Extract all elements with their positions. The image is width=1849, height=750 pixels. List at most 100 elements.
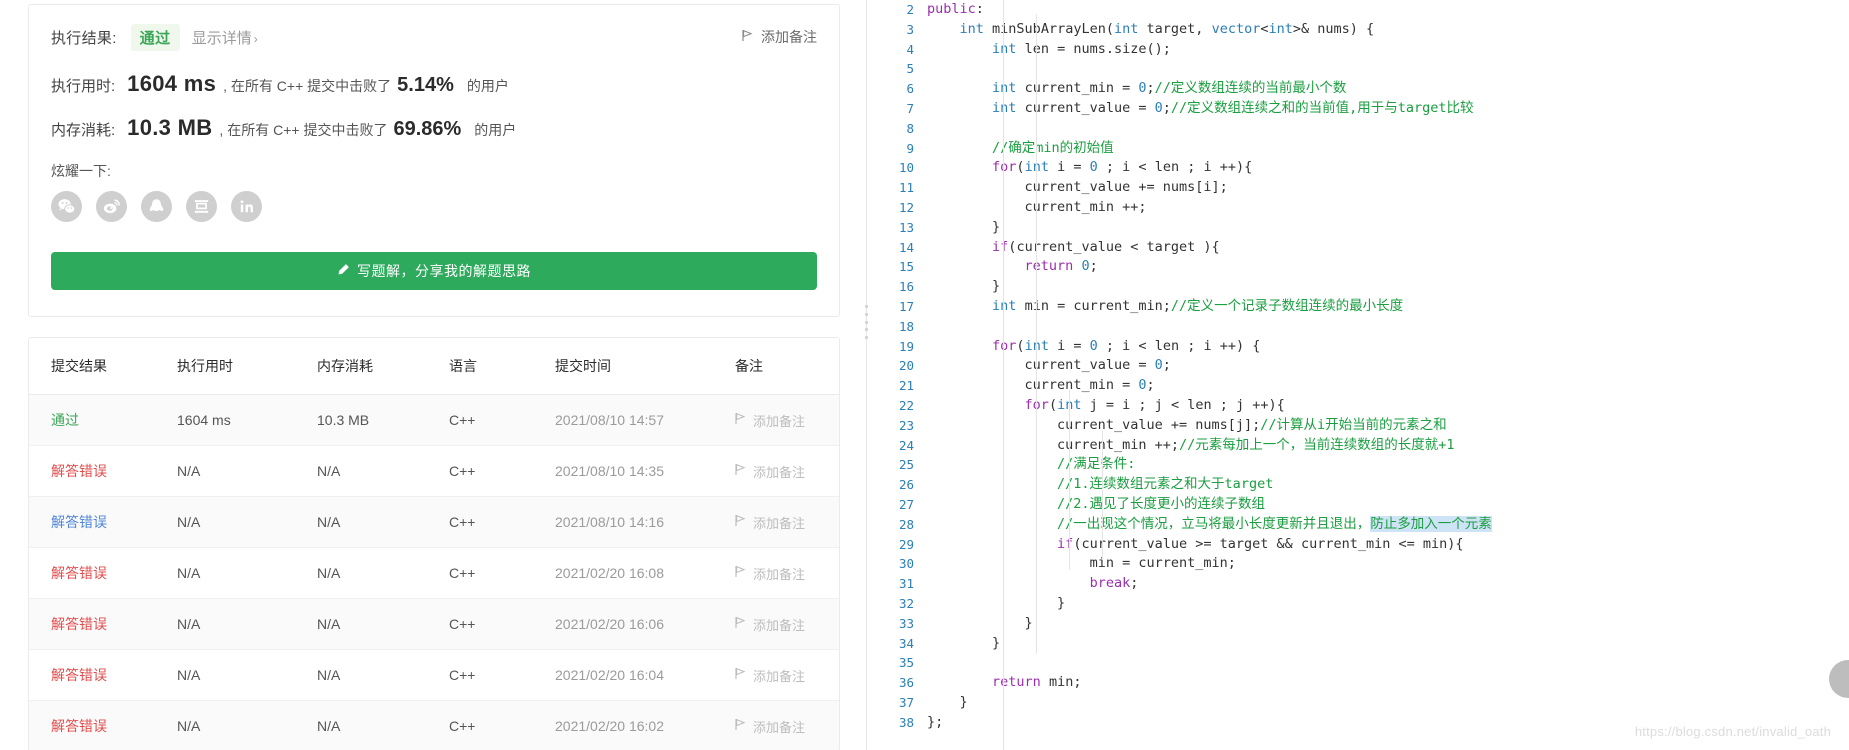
code-line[interactable]: 33 } bbox=[868, 614, 1849, 634]
show-detail-link[interactable]: 显示详情 › bbox=[192, 27, 258, 48]
code-line[interactable]: 21 current_min = 0; bbox=[868, 376, 1849, 396]
qq-icon[interactable] bbox=[141, 191, 172, 222]
code-line[interactable]: 28 //一出现这个情况，立马将最小长度更新并且退出，防止多加入一个元素 bbox=[868, 515, 1849, 535]
table-row[interactable]: 解答错误 N/A N/A C++ 2021/02/20 16:08 添加备注 bbox=[29, 547, 839, 599]
add-note-button[interactable]: 添加备注 bbox=[735, 717, 839, 736]
add-note-label: 添加备注 bbox=[753, 668, 806, 684]
table-row[interactable]: 解答错误 N/A N/A C++ 2021/02/20 16:02 添加备注 bbox=[29, 700, 839, 750]
line-number: 29 bbox=[898, 536, 914, 552]
code-line[interactable]: 6 int current_min = 0;//定义数组连续的当前最小个数 bbox=[868, 79, 1849, 99]
write-solution-label: 写题解，分享我的解题思路 bbox=[357, 263, 531, 279]
pane-resize-handle[interactable] bbox=[861, 305, 868, 339]
douban-icon[interactable] bbox=[186, 191, 217, 222]
code-line[interactable]: 18 bbox=[868, 317, 1849, 337]
table-row[interactable]: 解答错误 N/A N/A C++ 2021/08/10 14:35 添加备注 bbox=[29, 445, 839, 497]
cell-note: 添加备注 bbox=[735, 496, 839, 548]
code-line[interactable]: 32 } bbox=[868, 594, 1849, 614]
code-line[interactable]: 27 //2.遇见了长度更小的连续子数组 bbox=[868, 495, 1849, 515]
code-lines[interactable]: 2 public: 3 int minSubArrayLen(int target,… bbox=[868, 0, 1849, 732]
runtime-percentile: 5.14% bbox=[397, 74, 454, 96]
code-line[interactable]: 10 for(int i = 0 ; i < len ; i ++){ bbox=[868, 158, 1849, 178]
line-number: 4 bbox=[906, 41, 914, 57]
add-note-button[interactable]: 添加备注 bbox=[735, 513, 839, 532]
code-line-text: int current_min = 0;//定义数组连续的当前最小个数 bbox=[992, 80, 1347, 97]
code-line-text: }; bbox=[927, 713, 944, 730]
add-note-button[interactable]: 添加备注 bbox=[735, 666, 839, 685]
write-solution-button[interactable]: 写题解，分享我的解题思路 bbox=[51, 252, 817, 290]
column-header-status: 提交结果 bbox=[29, 338, 177, 395]
submission-status-link[interactable]: 解答错误 bbox=[51, 616, 107, 632]
cell-language: C++ bbox=[449, 598, 555, 650]
code-line-text: current_min = 0; bbox=[1024, 377, 1155, 394]
code-line[interactable]: 17 int min = current_min;//定义一个记录子数组连续的最… bbox=[868, 297, 1849, 317]
table-row[interactable]: 通过 1604 ms 10.3 MB C++ 2021/08/10 14:57 添加备注 bbox=[29, 394, 839, 446]
status-badge: 通过 bbox=[130, 23, 180, 51]
submission-status-link[interactable]: 解答错误 bbox=[51, 718, 107, 734]
code-line[interactable]: 23 current_value += nums[j];//计算从i开始当前的元… bbox=[868, 416, 1849, 436]
weibo-icon[interactable] bbox=[96, 191, 127, 222]
line-number: 30 bbox=[898, 556, 914, 572]
submission-status-link[interactable]: 解答错误 bbox=[51, 514, 107, 530]
code-line[interactable]: 3 int minSubArrayLen(int target, vector<… bbox=[868, 20, 1849, 40]
add-note-label: 添加备注 bbox=[753, 515, 806, 531]
flag-icon bbox=[742, 29, 754, 45]
add-note-button-top[interactable]: 添加备注 bbox=[742, 27, 817, 47]
code-line[interactable]: 7 int current_value = 0;//定义数组连续之和的当前值,用… bbox=[868, 99, 1849, 119]
add-note-button[interactable]: 添加备注 bbox=[735, 615, 839, 634]
code-line[interactable]: 30 min = current_min; bbox=[868, 554, 1849, 574]
wechat-icon[interactable] bbox=[51, 191, 82, 222]
code-line[interactable]: 36 return min; bbox=[868, 673, 1849, 693]
flag-icon bbox=[735, 412, 747, 428]
line-number: 11 bbox=[898, 180, 914, 196]
code-line[interactable]: 24 current_min ++;//元素每加上一个，当前连续数组的长度就+1 bbox=[868, 436, 1849, 456]
code-line[interactable]: 5 bbox=[868, 59, 1849, 79]
code-line[interactable]: 14 if(current_value < target ){ bbox=[868, 238, 1849, 258]
add-note-button[interactable]: 添加备注 bbox=[735, 564, 839, 583]
cell-time: 2021/08/10 14:16 bbox=[555, 496, 735, 548]
cell-time: 2021/02/20 16:04 bbox=[555, 649, 735, 701]
line-number: 22 bbox=[898, 397, 914, 413]
cell-runtime: N/A bbox=[177, 547, 317, 599]
code-line[interactable]: 35 bbox=[868, 653, 1849, 673]
line-number: 5 bbox=[906, 61, 914, 77]
code-line[interactable]: 34 } bbox=[868, 634, 1849, 654]
flag-icon bbox=[735, 463, 747, 479]
code-line[interactable]: 31 break; bbox=[868, 574, 1849, 594]
add-note-button[interactable]: 添加备注 bbox=[735, 411, 839, 430]
table-row[interactable]: 解答错误 N/A N/A C++ 2021/02/20 16:04 添加备注 bbox=[29, 649, 839, 701]
line-number: 15 bbox=[898, 259, 914, 275]
watermark-text: https://blog.csdn.net/invalid_oath bbox=[1634, 724, 1831, 740]
code-line[interactable]: 16 } bbox=[868, 277, 1849, 297]
submission-status-link[interactable]: 解答错误 bbox=[51, 667, 107, 683]
table-row[interactable]: 解答错误 N/A N/A C++ 2021/02/20 16:06 添加备注 bbox=[29, 598, 839, 650]
submission-status-link[interactable]: 通过 bbox=[51, 412, 79, 428]
code-line[interactable]: 22 for(int j = i ; j < len ; j ++){ bbox=[868, 396, 1849, 416]
code-line[interactable]: 13 } bbox=[868, 218, 1849, 238]
code-line[interactable]: 15 return 0; bbox=[868, 257, 1849, 277]
code-line-text: if(current_value >= target && current_mi… bbox=[1057, 535, 1464, 552]
code-line[interactable]: 11 current_value += nums[i]; bbox=[868, 178, 1849, 198]
submission-status-link[interactable]: 解答错误 bbox=[51, 463, 107, 479]
cell-status: 通过 bbox=[29, 394, 177, 446]
code-line[interactable]: 2 public: bbox=[868, 0, 1849, 20]
code-line[interactable]: 9 //确定min的初始值 bbox=[868, 139, 1849, 159]
pencil-icon bbox=[337, 263, 350, 279]
pane-divider bbox=[866, 0, 867, 750]
code-line[interactable]: 8 bbox=[868, 119, 1849, 139]
code-line[interactable]: 20 current_value = 0; bbox=[868, 356, 1849, 376]
table-row[interactable]: 解答错误 N/A N/A C++ 2021/08/10 14:16 添加备注 bbox=[29, 496, 839, 548]
memory-value: 10.3 MB bbox=[127, 115, 213, 140]
code-line[interactable]: 19 for(int i = 0 ; i < len ; i ++) { bbox=[868, 337, 1849, 357]
code-line[interactable]: 25 //满足条件: bbox=[868, 455, 1849, 475]
submission-status-link[interactable]: 解答错误 bbox=[51, 565, 107, 581]
code-line[interactable]: 26 //1.连续数组元素之和大于target bbox=[868, 475, 1849, 495]
code-line[interactable]: 29 if(current_value >= target && current… bbox=[868, 535, 1849, 555]
code-line[interactable]: 37 } bbox=[868, 693, 1849, 713]
column-header-runtime: 执行用时 bbox=[177, 338, 317, 395]
cell-time: 2021/02/20 16:06 bbox=[555, 598, 735, 650]
add-note-button[interactable]: 添加备注 bbox=[735, 462, 839, 481]
code-editor-pane[interactable]: 2 public: 3 int minSubArrayLen(int target,… bbox=[868, 0, 1849, 750]
code-line[interactable]: 12 current_min ++; bbox=[868, 198, 1849, 218]
linkedin-icon[interactable] bbox=[231, 191, 262, 222]
code-line[interactable]: 4 int len = nums.size(); bbox=[868, 40, 1849, 60]
